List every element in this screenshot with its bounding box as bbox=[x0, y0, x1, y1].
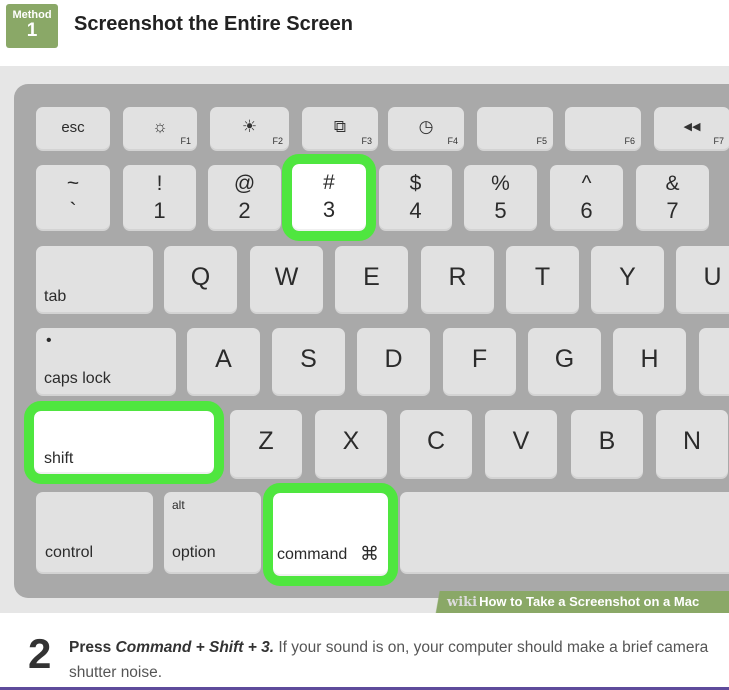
key-f: F bbox=[443, 328, 516, 396]
key-b: B bbox=[571, 410, 643, 479]
key-z: Z bbox=[230, 410, 302, 479]
key-f1: ☼ F1 bbox=[123, 107, 197, 151]
step-command: Command + Shift + 3. bbox=[115, 639, 275, 656]
brightness-up-icon: ☀ bbox=[241, 117, 258, 136]
key-h: H bbox=[613, 328, 686, 396]
key-t: T bbox=[506, 246, 579, 314]
key-option: alt option bbox=[164, 492, 261, 574]
dashboard-icon: ◷ bbox=[418, 117, 434, 136]
key-command-highlighted: command ⌘ bbox=[263, 483, 398, 586]
key-q: Q bbox=[164, 246, 237, 314]
step-text: Press Command + Shift + 3. If your sound… bbox=[69, 635, 709, 685]
key-1: ! 1 bbox=[123, 165, 196, 231]
key-space bbox=[400, 492, 729, 574]
key-3-highlighted: # 3 bbox=[282, 154, 376, 241]
key-y: Y bbox=[591, 246, 664, 314]
key-f3: ⧉ F3 bbox=[302, 107, 378, 151]
key-x: X bbox=[315, 410, 387, 479]
mission-control-icon: ⧉ bbox=[333, 117, 347, 136]
step-lead: Press bbox=[69, 639, 112, 656]
key-tilde: ~ ` bbox=[36, 165, 110, 231]
key-e: E bbox=[335, 246, 408, 314]
key-a: A bbox=[187, 328, 260, 396]
watermark: wiki How to Take a Screenshot on a Mac bbox=[429, 591, 729, 613]
key-n: N bbox=[656, 410, 728, 479]
step-number: 2 bbox=[28, 630, 52, 677]
watermark-wiki: wiki bbox=[447, 595, 478, 610]
keyboard: esc ☼ F1 ☀ F2 ⧉ F3 ◷ F4 F5 F6 ◀◀ F7 ~ ` … bbox=[14, 84, 729, 598]
key-5: % 5 bbox=[464, 165, 537, 231]
key-control: control bbox=[36, 492, 153, 574]
key-f7: ◀◀ F7 bbox=[654, 107, 729, 151]
key-v: V bbox=[485, 410, 557, 479]
key-f2: ☀ F2 bbox=[210, 107, 289, 151]
caps-lock-indicator: • bbox=[46, 332, 52, 349]
key-s: S bbox=[272, 328, 345, 396]
key-w: W bbox=[250, 246, 323, 314]
key-j bbox=[699, 328, 729, 396]
key-d: D bbox=[357, 328, 430, 396]
rewind-icon: ◀◀ bbox=[683, 121, 701, 133]
key-c: C bbox=[400, 410, 472, 479]
key-6: ^ 6 bbox=[550, 165, 623, 231]
method-badge: Method 1 bbox=[6, 4, 58, 48]
key-shift-highlighted: shift bbox=[24, 401, 224, 484]
key-4: $ 4 bbox=[379, 165, 452, 231]
key-f6: F6 bbox=[565, 107, 641, 151]
key-u: U bbox=[676, 246, 729, 314]
command-symbol-icon: ⌘ bbox=[360, 544, 379, 565]
method-number: 1 bbox=[26, 20, 38, 41]
key-f4: ◷ F4 bbox=[388, 107, 464, 151]
key-g: G bbox=[528, 328, 601, 396]
watermark-text: How to Take a Screenshot on a Mac bbox=[479, 594, 700, 609]
section-title: Screenshot the Entire Screen bbox=[74, 13, 353, 35]
key-f5: F5 bbox=[477, 107, 553, 151]
key-7: & 7 bbox=[636, 165, 709, 231]
key-esc: esc bbox=[36, 107, 110, 151]
article-page: Method 1 Screenshot the Entire Screen es… bbox=[0, 0, 729, 690]
keyboard-illustration: esc ☼ F1 ☀ F2 ⧉ F3 ◷ F4 F5 F6 ◀◀ F7 ~ ` … bbox=[0, 66, 729, 613]
key-2: @ 2 bbox=[208, 165, 281, 231]
brightness-down-icon: ☼ bbox=[152, 117, 168, 136]
key-r: R bbox=[421, 246, 494, 314]
key-tab: tab bbox=[36, 246, 153, 314]
key-caps-lock: • caps lock bbox=[36, 328, 176, 396]
